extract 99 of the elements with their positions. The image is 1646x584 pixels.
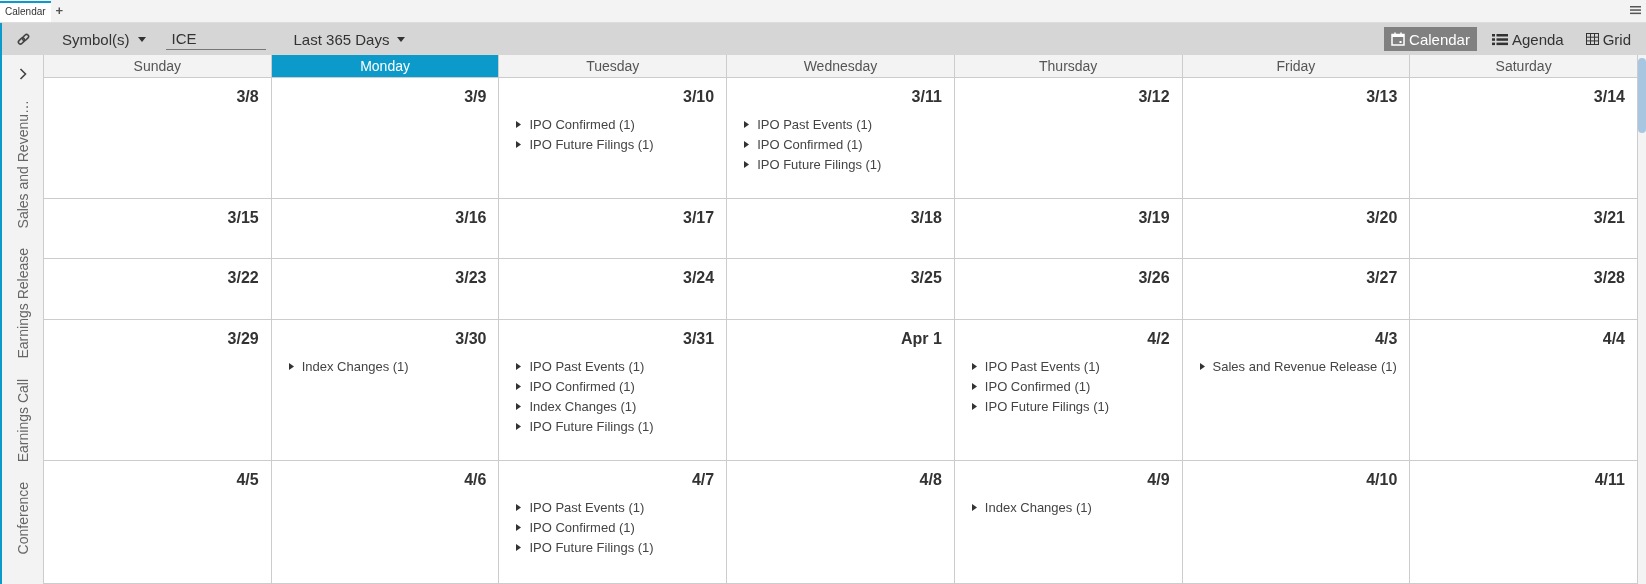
add-tab-button[interactable]: +	[55, 3, 64, 22]
expand-arrow-icon	[516, 544, 522, 551]
expand-arrow-icon	[516, 403, 522, 410]
link-icon[interactable]	[16, 32, 30, 46]
expand-arrow-icon	[744, 121, 750, 128]
symbol-field[interactable]: ICE	[165, 28, 266, 50]
date-number: 4/6	[463, 471, 487, 489]
weekday-header: Friday	[1182, 55, 1411, 78]
caret-icon	[137, 36, 146, 42]
chevron-right-icon[interactable]	[18, 68, 27, 80]
expand-arrow-icon	[971, 383, 977, 390]
date-number: 3/19	[1137, 209, 1170, 227]
date-number: 3/28	[1592, 269, 1625, 287]
date-number: 3/27	[1365, 269, 1398, 287]
weekday-header: Saturday	[1410, 55, 1638, 78]
grid-icon	[1585, 33, 1599, 45]
event-group-item[interactable]: IPO Confirmed (1)	[741, 135, 942, 155]
scrollbar-thumb[interactable]	[1638, 58, 1646, 133]
date-range-dropdown[interactable]: Last 365 Days	[287, 28, 412, 50]
caret-icon	[397, 36, 406, 42]
weekday-header: Sunday	[44, 55, 272, 78]
date-number: 4/10	[1365, 471, 1398, 489]
date-number: 4/9	[1146, 471, 1170, 489]
sidebar-tab[interactable]: Earnings Call	[14, 378, 31, 463]
tab[interactable]: Calendar	[0, 1, 51, 22]
date-number: 3/17	[682, 209, 715, 227]
event-group-item[interactable]: IPO Future Filings (1)	[741, 155, 942, 175]
event-group-item[interactable]: IPO Confirmed (1)	[513, 377, 715, 397]
event-group-item[interactable]: IPO Confirmed (1)	[513, 115, 715, 135]
sidebar-tab[interactable]: Earnings Release	[14, 248, 31, 359]
date-number: 3/10	[682, 88, 715, 106]
date-number: 3/21	[1592, 209, 1625, 227]
symbol-dropdown[interactable]: Symbol(s)	[56, 28, 152, 50]
weekday-header: Wednesday	[727, 55, 955, 78]
date-number: 3/11	[910, 88, 942, 106]
weekday-header: Tuesday	[499, 55, 728, 78]
event-group-item[interactable]: IPO Confirmed (1)	[513, 518, 715, 538]
expand-arrow-icon	[744, 141, 750, 148]
menu-icon[interactable]	[1630, 5, 1641, 15]
event-group-item[interactable]: IPO Past Events (1)	[513, 357, 715, 377]
expand-arrow-icon	[516, 383, 522, 390]
expand-arrow-icon	[516, 524, 522, 531]
event-group-item[interactable]: Index Changes (1)	[968, 498, 1170, 518]
date-number: 3/20	[1365, 209, 1398, 227]
date-number: 3/8	[235, 88, 259, 106]
event-group-item[interactable]: Sales and Revenue Release (1)	[1196, 357, 1398, 377]
expand-arrow-icon	[744, 161, 750, 168]
view-tab[interactable]: Calendar	[1384, 27, 1477, 51]
date-number: 4/8	[918, 471, 942, 489]
date-number: 3/16	[454, 209, 487, 227]
event-group-item[interactable]: IPO Past Events (1)	[741, 115, 942, 135]
sidebar-tab[interactable]: Conference	[14, 482, 31, 555]
date-number: 3/12	[1137, 88, 1170, 106]
date-number: 3/30	[454, 330, 487, 348]
date-number: 4/3	[1374, 330, 1398, 348]
event-group-item[interactable]: IPO Past Events (1)	[513, 498, 715, 518]
date-number: 4/4	[1601, 330, 1625, 348]
expand-arrow-icon	[971, 363, 977, 370]
view-tab[interactable]: Grid	[1578, 27, 1638, 51]
expand-arrow-icon	[971, 504, 977, 511]
date-number: 3/24	[682, 269, 715, 287]
date-number: 4/2	[1146, 330, 1170, 348]
date-number: 3/23	[454, 269, 487, 287]
date-number: 3/15	[226, 209, 259, 227]
view-tab[interactable]: Agenda	[1484, 27, 1571, 51]
expand-arrow-icon	[516, 121, 522, 128]
date-number: 4/11	[1593, 471, 1625, 489]
expand-arrow-icon	[971, 403, 977, 410]
event-group-item[interactable]: IPO Future Filings (1)	[513, 538, 715, 558]
event-group-item[interactable]: IPO Future Filings (1)	[513, 417, 715, 437]
expand-arrow-icon	[1199, 363, 1205, 370]
date-number: 4/5	[235, 471, 259, 489]
date-number: 3/26	[1137, 269, 1170, 287]
sidebar-tab[interactable]: Sales and Revenu…	[14, 100, 31, 229]
expand-arrow-icon	[288, 363, 294, 370]
date-number: 3/9	[463, 88, 487, 106]
expand-arrow-icon	[516, 141, 522, 148]
expand-arrow-icon	[516, 504, 522, 511]
date-number: 3/18	[909, 209, 942, 227]
date-number: Apr 1	[899, 330, 942, 348]
list-icon	[1491, 32, 1508, 46]
date-number: 3/25	[909, 269, 942, 287]
expand-arrow-icon	[516, 363, 522, 370]
weekday-header: Thursday	[954, 55, 1183, 78]
event-group-item[interactable]: IPO Confirmed (1)	[968, 377, 1170, 397]
date-number: 3/13	[1365, 88, 1398, 106]
event-group-item[interactable]: Index Changes (1)	[285, 357, 487, 377]
event-group-item[interactable]: IPO Past Events (1)	[968, 357, 1170, 377]
date-number: 3/22	[226, 269, 259, 287]
event-group-item[interactable]: IPO Future Filings (1)	[968, 397, 1170, 417]
event-group-item[interactable]: IPO Future Filings (1)	[513, 135, 715, 155]
date-number: 3/31	[682, 330, 715, 348]
date-number: 4/7	[690, 471, 715, 489]
date-number: 3/14	[1592, 88, 1625, 106]
expand-arrow-icon	[516, 423, 522, 430]
date-number: 3/29	[226, 330, 259, 348]
weekday-header: Monday	[271, 55, 500, 78]
calendar-icon	[1391, 32, 1406, 46]
event-group-item[interactable]: Index Changes (1)	[513, 397, 715, 417]
